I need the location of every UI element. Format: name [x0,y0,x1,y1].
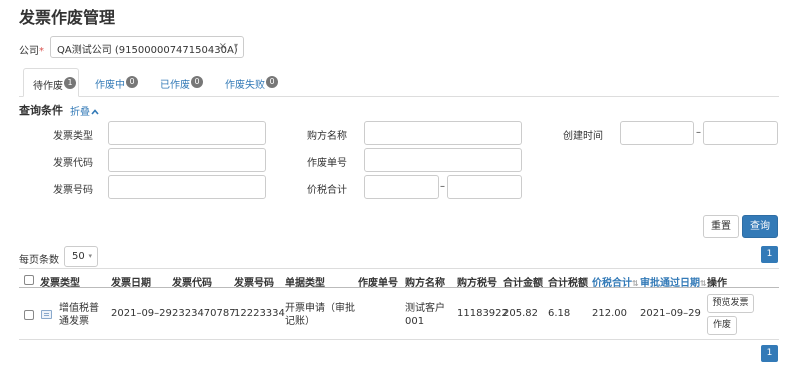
search-button[interactable]: 查询 [742,215,778,238]
tab-voided[interactable]: 已作废 0 [151,68,209,97]
invoice-type-label: 发票类型 [53,131,93,142]
buyer-name-input[interactable] [364,121,522,145]
void-button[interactable]: 作废 [707,316,737,335]
pagination-page-top[interactable]: 1 [761,246,778,263]
query-section-title: 查询条件 [19,104,63,117]
tab-void-failed[interactable]: 作废失败 0 [216,68,284,97]
cell-approval-date: 2021–09–29 [640,308,701,319]
total-amount-label: 价税合计 [307,185,347,196]
void-order-input[interactable] [364,148,522,172]
tab-label: 作废失败 [225,80,265,91]
tab-count-badge: 0 [266,76,278,88]
total-amount-max-input[interactable] [447,175,522,199]
page-size-value: 50 [72,251,85,262]
cell-invoice-date: 2021–09–29 [111,308,172,319]
range-separator: – [696,127,701,138]
invoice-code-input[interactable] [108,148,266,172]
buyer-name-label: 购方名称 [307,131,347,142]
fold-toggle[interactable]: 折叠 [70,103,99,118]
required-mark: * [39,46,44,57]
cell-amount: 205.82 [503,308,538,319]
tab-label: 待作废 [33,81,63,92]
created-time-start-input[interactable] [620,121,694,145]
document-icon[interactable] [41,310,52,319]
select-all-checkbox[interactable] [24,275,34,285]
pagination-page-bottom[interactable]: 1 [761,345,778,362]
company-select-value: QA测试公司 (91500000747150430A) [57,45,238,56]
created-time-label: 创建时间 [563,131,603,142]
cell-doc-type: 开票申请（审批 记账） [285,303,355,327]
page-size-label: 每页条数 [19,255,59,266]
page-size-select[interactable]: 50 ▾ [64,246,98,267]
tab-count-badge: 0 [191,76,203,88]
invoice-type-input[interactable] [108,121,266,145]
void-order-label: 作废单号 [307,158,347,169]
cell-buyer-tax-id: 11183922 [457,308,508,319]
tab-pending[interactable]: 待作废 1 [23,68,79,97]
tab-count-badge: 1 [64,77,76,89]
tab-label: 作废中 [95,80,125,91]
cell-buyer-name: 测试客户 001 [405,303,445,327]
fold-label: 折叠 [70,107,90,118]
chevron-up-icon [91,109,99,115]
range-separator: – [440,181,445,192]
cell-invoice-code: 2323470787 [172,308,236,319]
company-label: 公司* [19,46,44,57]
tab-voiding[interactable]: 作废中 0 [86,68,144,97]
row-checkbox[interactable] [24,310,34,320]
cell-tax: 6.18 [548,308,571,319]
chevron-down-icon: ▾ [88,252,92,260]
tab-count-badge: 0 [126,76,138,88]
page-title: 发票作废管理 [19,8,116,27]
invoice-code-label: 发票代码 [53,158,93,169]
preview-invoice-button[interactable]: 预览发票 [707,294,754,313]
table-bottom-border [19,339,779,340]
cell-total: 212.00 [592,308,627,319]
cell-invoice-number: 12223334 [234,308,285,319]
cell-invoice-type: 增值税普 通发票 [59,303,99,327]
company-select[interactable]: QA测试公司 (91500000747150430A) × ▾ [50,36,244,58]
invoice-number-label: 发票号码 [53,185,93,196]
chevron-down-icon: ▾ [233,41,238,50]
invoice-number-input[interactable] [108,175,266,199]
created-time-end-input[interactable] [703,121,778,145]
clear-icon[interactable]: × [219,41,227,52]
table-row: 增值税普 通发票 2021–09–29 2323470787 12223334 开… [19,288,779,338]
reset-button[interactable]: 重置 [703,215,739,238]
table-top-border [19,268,779,269]
total-amount-min-input[interactable] [364,175,439,199]
tab-label: 已作废 [160,80,190,91]
